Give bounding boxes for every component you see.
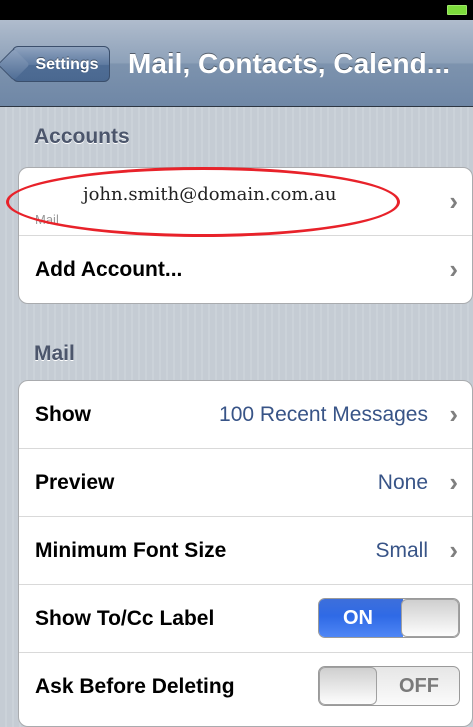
chevron-right-icon: › (449, 186, 458, 216)
page-title: Mail, Contacts, Calend... (128, 48, 451, 79)
ask-before-deleting-label: Ask Before Deleting (35, 675, 235, 698)
preview-row[interactable]: Preview None › (19, 449, 472, 517)
preview-label: Preview (35, 471, 115, 494)
preview-value: None (377, 471, 428, 494)
show-tocc-label: Show To/Cc Label (35, 607, 215, 630)
chevron-right-icon: › (449, 399, 458, 429)
show-tocc-row: Show To/Cc Label ON (19, 585, 472, 653)
show-tocc-toggle[interactable]: ON (318, 598, 460, 638)
minimum-font-size-value: Small (375, 539, 428, 562)
ask-before-deleting-toggle[interactable]: OFF (318, 666, 460, 706)
minimum-font-size-row[interactable]: Minimum Font Size Small › (19, 517, 472, 585)
accounts-section-header: Accounts (34, 125, 130, 148)
status-bar (0, 0, 473, 20)
ask-before-deleting-row: Ask Before Deleting OFF (19, 653, 472, 720)
toggle-state: OFF (399, 675, 439, 697)
mail-section-header: Mail (34, 342, 75, 365)
toggle-knob[interactable] (401, 599, 459, 637)
add-account-label: Add Account... (35, 258, 183, 281)
settings-back-button[interactable]: Settings (12, 46, 110, 82)
toggle-knob[interactable] (319, 667, 377, 705)
toggle-state: ON (343, 607, 373, 629)
chevron-right-icon: › (449, 254, 458, 284)
add-account-row[interactable]: Add Account... › (19, 236, 472, 303)
battery-icon (447, 5, 467, 15)
annotation-oval (6, 167, 400, 237)
minimum-font-size-label: Minimum Font Size (35, 539, 227, 562)
chevron-right-icon: › (449, 467, 458, 497)
mail-settings-group: Show 100 Recent Messages › Preview None … (18, 380, 473, 727)
show-label: Show (35, 403, 91, 426)
show-messages-row[interactable]: Show 100 Recent Messages › (19, 381, 472, 449)
back-button-label: Settings (35, 56, 99, 73)
show-value: 100 Recent Messages (219, 403, 428, 426)
navigation-bar: Settings Mail, Contacts, Calend... (0, 20, 473, 107)
chevron-right-icon: › (449, 535, 458, 565)
